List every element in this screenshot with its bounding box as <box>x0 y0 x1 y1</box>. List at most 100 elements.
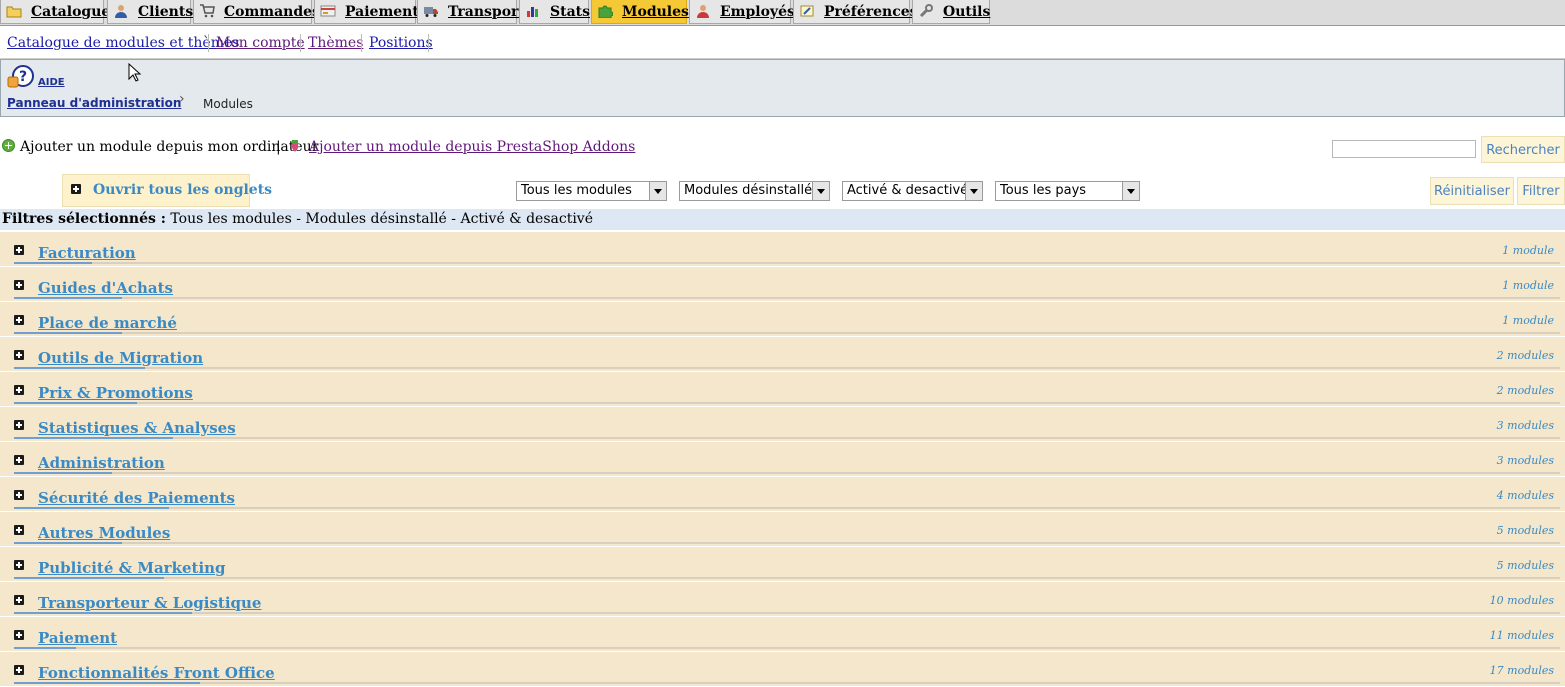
category-row[interactable]: Administration 3 modules <box>0 442 1565 477</box>
category-module-count: 2 modules <box>1496 349 1554 362</box>
category-module-count: 5 modules <box>1496 524 1554 537</box>
category-row[interactable]: Outils de Migration 2 modules <box>0 337 1565 372</box>
expand-icon[interactable] <box>14 350 24 360</box>
filter-status-select[interactable]: Activé & desactivé <box>842 181 983 201</box>
dropdown-arrow-icon <box>649 182 666 200</box>
tab-commandes[interactable]: Commandes <box>193 0 320 24</box>
subtab-catalogue-modules[interactable]: Catalogue de modules et thèmes <box>7 35 239 51</box>
category-divider <box>14 472 1560 474</box>
category-module-count: 1 module <box>1502 244 1554 257</box>
tab-clients[interactable]: Clients <box>107 0 193 24</box>
add-module-local-link[interactable]: Ajouter un module depuis mon ordinateur <box>20 139 318 155</box>
category-module-count: 1 module <box>1502 279 1554 292</box>
category-name[interactable]: Publicité & Marketing <box>38 559 226 577</box>
category-underline <box>14 507 169 509</box>
open-all-tabs-label: Ouvrir tous les onglets <box>93 182 273 198</box>
tab-catalogue[interactable]: Catalogue <box>0 0 110 24</box>
category-row[interactable]: Publicité & Marketing 5 modules <box>0 547 1565 582</box>
category-name[interactable]: Transporteur & Logistique <box>38 594 261 612</box>
filter-modules-select[interactable]: Tous les modules <box>516 181 667 201</box>
subtab-divider <box>428 34 429 52</box>
category-name[interactable]: Prix & Promotions <box>38 384 193 402</box>
category-row[interactable]: Sécurité des Paiements 4 modules <box>0 477 1565 512</box>
tab-employes[interactable]: Employés <box>689 0 795 24</box>
expand-icon[interactable] <box>14 455 24 465</box>
category-name[interactable]: Autres Modules <box>38 524 170 542</box>
breadcrumb-home[interactable]: Panneau d'administration <box>7 96 181 110</box>
subtab-mon-compte[interactable]: Mon compte <box>216 35 305 51</box>
category-module-count: 1 module <box>1502 314 1554 327</box>
category-underline <box>14 612 192 614</box>
category-row[interactable]: Prix & Promotions 2 modules <box>0 372 1565 407</box>
expand-icon[interactable] <box>14 245 24 255</box>
expand-icon[interactable] <box>14 420 24 430</box>
expand-icon[interactable] <box>14 665 24 675</box>
category-row[interactable]: Paiement 11 modules <box>0 617 1565 652</box>
category-name[interactable]: Paiement <box>38 629 117 647</box>
category-underline <box>14 577 164 579</box>
category-divider <box>14 612 1560 614</box>
actions-separator: | <box>276 139 281 155</box>
dropdown-arrow-icon <box>812 182 829 200</box>
expand-icon[interactable] <box>14 595 24 605</box>
expand-icon[interactable] <box>14 525 24 535</box>
subtab-positions[interactable]: Positions <box>369 35 433 51</box>
expand-icon[interactable] <box>14 385 24 395</box>
category-underline <box>14 402 137 404</box>
category-name[interactable]: Sécurité des Paiements <box>38 489 235 507</box>
category-row[interactable]: Facturation 1 module <box>0 232 1565 267</box>
category-name[interactable]: Fonctionnalités Front Office <box>38 664 275 682</box>
category-underline <box>14 682 200 684</box>
category-name[interactable]: Facturation <box>38 244 136 262</box>
sub-tab-bar: Catalogue de modules et thèmes Mon compt… <box>0 26 1565 59</box>
category-underline <box>14 262 92 264</box>
filter-button[interactable]: Filtrer <box>1517 177 1565 205</box>
search-input[interactable] <box>1332 140 1476 158</box>
main-tab-bar: Catalogue Clients Commandes Paiement Tra… <box>0 0 1565 26</box>
category-divider <box>14 367 1560 369</box>
add-module-addons-link[interactable]: Ajouter un module depuis PrestaShop Addo… <box>309 139 635 155</box>
tab-transport[interactable]: Transport <box>417 0 525 24</box>
filter-country-select[interactable]: Tous les pays <box>995 181 1140 201</box>
category-name[interactable]: Administration <box>38 454 165 472</box>
category-row[interactable]: Fonctionnalités Front Office 17 modules <box>0 652 1565 687</box>
expand-icon[interactable] <box>14 630 24 640</box>
preferences-icon <box>800 5 814 17</box>
expand-icon[interactable] <box>14 560 24 570</box>
category-name[interactable]: Guides d'Achats <box>38 279 173 297</box>
subtab-themes[interactable]: Thèmes <box>308 35 363 51</box>
category-underline <box>14 472 112 474</box>
puzzle-icon <box>598 5 613 18</box>
category-name[interactable]: Place de marché <box>38 314 177 332</box>
search-button[interactable]: Rechercher <box>1481 136 1565 163</box>
subtab-divider <box>208 34 209 52</box>
expand-icon[interactable] <box>14 490 24 500</box>
tab-paiement[interactable]: Paiement <box>314 0 419 24</box>
category-name[interactable]: Statistiques & Analyses <box>38 419 236 437</box>
category-module-count: 2 modules <box>1496 384 1554 397</box>
tab-preferences[interactable]: Préférences <box>793 0 918 24</box>
category-row[interactable]: Transporteur & Logistique 10 modules <box>0 582 1565 617</box>
help-link[interactable]: AIDE <box>38 77 65 88</box>
tab-modules[interactable]: Modules <box>591 0 689 24</box>
category-module-count: 10 modules <box>1489 594 1554 607</box>
filter-install-select[interactable]: Modules désinstallé <box>679 181 830 201</box>
reset-button[interactable]: Réinitialiser <box>1430 177 1514 205</box>
category-underline <box>14 297 122 299</box>
category-divider <box>14 262 1560 264</box>
tab-stats[interactable]: Stats <box>519 0 590 24</box>
employee-icon <box>697 5 709 18</box>
category-divider <box>14 682 1560 684</box>
open-all-tabs-button[interactable]: Ouvrir tous les onglets <box>62 174 272 207</box>
help-icon[interactable]: ? <box>7 65 35 89</box>
category-name[interactable]: Outils de Migration <box>38 349 203 367</box>
category-divider <box>14 542 1560 544</box>
tab-outils[interactable]: Outils <box>912 0 990 24</box>
selected-filters-bar: Filtres sélectionnés : Tous les modules … <box>0 209 1565 230</box>
category-row[interactable]: Statistiques & Analyses 3 modules <box>0 407 1565 442</box>
expand-icon[interactable] <box>14 315 24 325</box>
category-row[interactable]: Guides d'Achats 1 module <box>0 267 1565 302</box>
category-row[interactable]: Place de marché 1 module <box>0 302 1565 337</box>
category-row[interactable]: Autres Modules 5 modules <box>0 512 1565 547</box>
expand-icon[interactable] <box>14 280 24 290</box>
